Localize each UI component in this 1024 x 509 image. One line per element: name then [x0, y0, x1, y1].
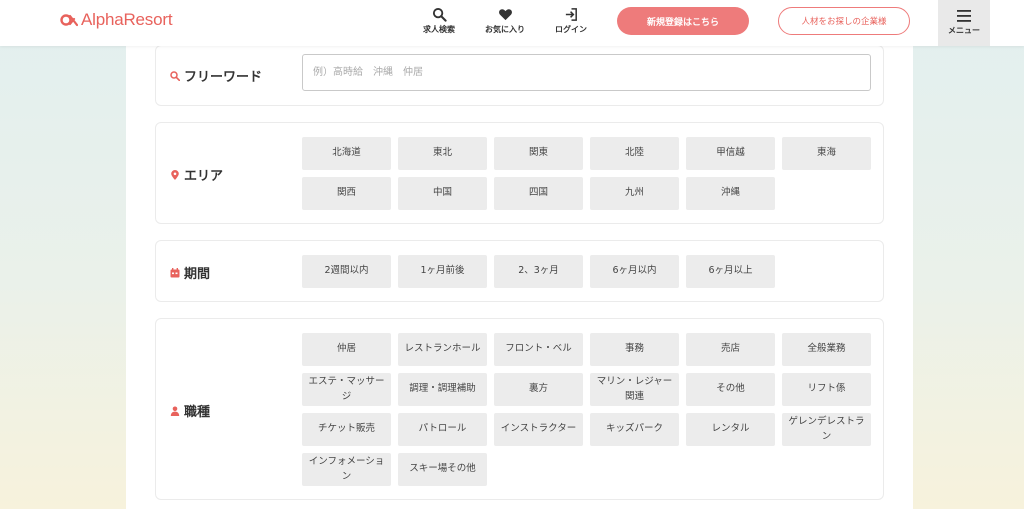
- area-chip-chugoku[interactable]: 中国: [398, 177, 487, 210]
- area-chip-tokai[interactable]: 東海: [782, 137, 871, 170]
- company-link-button[interactable]: 人材をお探しの企業様: [778, 7, 910, 35]
- job-chip-patrol[interactable]: パトロール: [398, 413, 487, 446]
- heart-icon: [498, 9, 512, 21]
- job-chip-restaurant-hall[interactable]: レストランホール: [398, 333, 487, 366]
- period-chip-within-6months[interactable]: 6ヶ月以内: [590, 255, 679, 288]
- area-chip-shikoku[interactable]: 四国: [494, 177, 583, 210]
- nav-login[interactable]: ログイン: [541, 7, 601, 37]
- period-label: 期間: [170, 263, 210, 282]
- nav-favorites[interactable]: お気に入り: [475, 7, 535, 37]
- calendar-icon: [170, 267, 180, 277]
- area-label-text: エリア: [184, 169, 224, 184]
- job-chip-kids-park[interactable]: キッズパーク: [590, 413, 679, 446]
- period-chip-2-3months[interactable]: 2、3ヶ月: [494, 255, 583, 288]
- menu-label: メニュー: [948, 26, 980, 35]
- job-chip-shop[interactable]: 売店: [686, 333, 775, 366]
- register-button[interactable]: 新規登録はこちら: [617, 7, 749, 35]
- nav-job-search-label: 求人検索: [423, 25, 455, 34]
- nav-job-search[interactable]: 求人検索: [409, 7, 469, 37]
- job-chip-office[interactable]: 事務: [590, 333, 679, 366]
- logo-mark-icon: [60, 14, 78, 27]
- freeword-input[interactable]: [302, 54, 871, 91]
- job-chip-slope-restaurant[interactable]: ゲレンデレストラン: [782, 413, 871, 446]
- job-chip-rental[interactable]: レンタル: [686, 413, 775, 446]
- site-header: AlphaResort 求人検索 お気に入り ログイン 新規登録はこちら 人材を…: [0, 0, 1024, 46]
- area-card: エリア 北海道 東北 関東 北陸 甲信越 東海 関西 中国 四国 九州 沖縄: [155, 122, 884, 224]
- search-icon: [432, 7, 447, 22]
- area-chip-okinawa[interactable]: 沖縄: [686, 177, 775, 210]
- brand-name: AlphaResort: [81, 10, 173, 29]
- job-chip-backstage[interactable]: 裏方: [494, 373, 583, 406]
- job-chip-esthetic-massage[interactable]: エステ・マッサージ: [302, 373, 391, 406]
- period-chip-over-6months[interactable]: 6ヶ月以上: [686, 255, 775, 288]
- job-chip-ski-other[interactable]: スキー場その他: [398, 453, 487, 486]
- job-chip-nakai[interactable]: 仲居: [302, 333, 391, 366]
- job-chip-other[interactable]: その他: [686, 373, 775, 406]
- freeword-card: フリーワード: [155, 45, 884, 106]
- job-chip-lift[interactable]: リフト係: [782, 373, 871, 406]
- freeword-label-text: フリーワード: [184, 70, 263, 85]
- area-label: エリア: [170, 165, 223, 184]
- menu-button[interactable]: メニュー: [938, 0, 990, 46]
- brand-logo[interactable]: AlphaResort: [60, 10, 173, 30]
- nav-login-label: ログイン: [555, 25, 587, 34]
- area-chip-kanto[interactable]: 関東: [494, 137, 583, 170]
- job-chip-ticket-sales[interactable]: チケット販売: [302, 413, 391, 446]
- period-label-text: 期間: [184, 267, 211, 282]
- area-chip-kansai[interactable]: 関西: [302, 177, 391, 210]
- map-pin-icon: [171, 169, 179, 180]
- freeword-label: フリーワード: [170, 66, 262, 85]
- job-label-text: 職種: [184, 405, 211, 420]
- person-icon: [170, 406, 180, 416]
- search-panel: フリーワード エリア 北海道 東北 関東 北陸 甲信越 東海 関西 中国 四国 …: [126, 0, 913, 509]
- job-chip-front-bell[interactable]: フロント・ベル: [494, 333, 583, 366]
- nav-favorites-label: お気に入り: [485, 25, 525, 34]
- job-chip-information[interactable]: インフォメーション: [302, 453, 391, 486]
- area-chip-tohoku[interactable]: 東北: [398, 137, 487, 170]
- search-icon: [170, 70, 180, 81]
- area-chip-koshinetsu[interactable]: 甲信越: [686, 137, 775, 170]
- area-chip-kyushu[interactable]: 九州: [590, 177, 679, 210]
- period-chip-2weeks[interactable]: 2週間以内: [302, 255, 391, 288]
- area-chip-hokkaido[interactable]: 北海道: [302, 137, 391, 170]
- job-chip-general[interactable]: 全般業務: [782, 333, 871, 366]
- area-chip-hokuriku[interactable]: 北陸: [590, 137, 679, 170]
- period-card: 期間 2週間以内 1ヶ月前後 2、3ヶ月 6ヶ月以内 6ヶ月以上: [155, 240, 884, 302]
- job-card: 職種 仲居 レストランホール フロント・ベル 事務 売店 全般業務 エステ・マッ…: [155, 318, 884, 500]
- job-chip-cooking[interactable]: 調理・調理補助: [398, 373, 487, 406]
- job-chip-marine-leisure[interactable]: マリン・レジャー関連: [590, 373, 679, 406]
- login-icon: [565, 8, 577, 21]
- hamburger-icon: [957, 10, 971, 22]
- job-chip-instructor[interactable]: インストラクター: [494, 413, 583, 446]
- job-label: 職種: [170, 401, 210, 420]
- period-chip-1month[interactable]: 1ヶ月前後: [398, 255, 487, 288]
